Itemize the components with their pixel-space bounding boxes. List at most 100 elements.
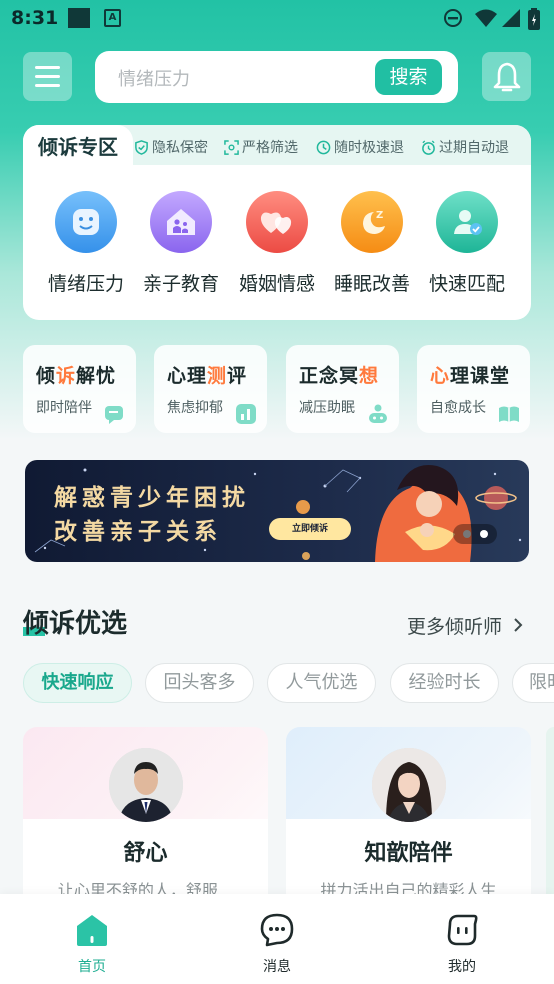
bottom-tab-bar: 首页 消息 我的 xyxy=(0,894,554,984)
venting-zone-card: 倾诉专区 隐私保密 严格筛选 随时极速退 过期自动退 情绪压力 亲子教育 婚姻情… xyxy=(23,125,531,320)
section-title-text: 倾诉优选 xyxy=(23,609,128,639)
app-notification-icon: A xyxy=(104,9,121,27)
title-part: 正念冥 xyxy=(299,365,360,387)
feature-label: 过期自动退 xyxy=(439,140,509,156)
listener-name: 舒心 xyxy=(123,841,168,866)
category-marriage[interactable]: 婚姻情感 xyxy=(229,191,325,296)
status-bar: 8:31 A xyxy=(0,0,554,38)
avatar xyxy=(372,748,446,822)
feature-screening: 严格筛选 xyxy=(224,137,298,157)
title-part: 倾 xyxy=(36,365,57,387)
feature-privacy: 隐私保密 xyxy=(134,137,208,157)
meditation-icon xyxy=(369,404,387,423)
message-icon xyxy=(260,913,294,947)
bell-icon xyxy=(493,62,520,91)
category-sleep[interactable]: Z 睡眠改善 xyxy=(324,191,420,296)
title-part: 解忧 xyxy=(76,365,117,387)
banner-subheadline: 改善亲子关系 xyxy=(54,519,222,545)
filter-chips: 快速响应 回头客多 人气优选 经验时长 限时 xyxy=(23,663,554,705)
scan-icon xyxy=(224,139,239,155)
feature-instant-refund: 随时极速退 xyxy=(316,137,404,157)
family-home-icon xyxy=(150,191,212,253)
category-emotional-stress[interactable]: 情绪压力 xyxy=(38,191,134,296)
search-bar[interactable]: 情绪压力 搜索 xyxy=(95,51,458,103)
title-part: 评 xyxy=(227,365,248,387)
hearts-icon xyxy=(246,191,308,253)
category-label: 情绪压力 xyxy=(47,273,124,295)
title-highlight: 想 xyxy=(359,365,380,387)
listener-card[interactable]: 知歆陪伴 拼力活出自己的精彩人生 xyxy=(286,727,531,907)
category-parenting[interactable]: 亲子教育 xyxy=(133,191,229,296)
battery-icon xyxy=(528,8,540,30)
notification-square-icon xyxy=(68,8,90,28)
moon-sleep-icon: Z xyxy=(341,191,403,253)
tab-label: 我的 xyxy=(448,959,476,975)
home-icon xyxy=(77,915,107,946)
service-title: 正念冥想 xyxy=(299,361,379,388)
carousel-dot-active xyxy=(479,530,488,538)
listener-card[interactable]: 舒心 让心里不舒的人，舒服... xyxy=(23,727,268,907)
svg-text:Z: Z xyxy=(376,210,383,221)
feature-label: 隐私保密 xyxy=(152,140,208,156)
service-subtitle: 即时陪伴 xyxy=(36,400,92,416)
service-title: 心理测评 xyxy=(167,361,247,388)
search-input[interactable]: 情绪压力 xyxy=(118,65,190,91)
menu-line xyxy=(35,75,60,78)
wifi-icon xyxy=(475,9,497,27)
filter-chip-popular[interactable]: 人气优选 xyxy=(267,663,376,703)
title-part: 心理 xyxy=(167,365,208,387)
alarm-icon xyxy=(422,139,435,155)
menu-line xyxy=(35,66,60,69)
more-label: 更多倾听师 xyxy=(407,616,503,638)
search-button[interactable]: 搜索 xyxy=(375,59,442,95)
zone-title: 倾诉专区 xyxy=(23,125,133,169)
clock-icon xyxy=(316,140,331,154)
service-title: 心理课堂 xyxy=(430,361,510,388)
service-subtitle: 自愈成长 xyxy=(430,400,486,416)
section-title: 倾诉优选 xyxy=(23,603,127,640)
category-label: 快速匹配 xyxy=(428,273,505,295)
profile-icon xyxy=(447,914,478,946)
service-vent[interactable]: 倾诉解忧 即时陪伴 xyxy=(23,345,136,433)
filter-chip-limited[interactable]: 限时 xyxy=(512,663,554,703)
feature-label: 随时极速退 xyxy=(334,140,404,156)
banner-cta-button[interactable]: 立即倾诉 xyxy=(269,518,351,540)
title-highlight: 诉 xyxy=(56,365,77,387)
tab-profile[interactable]: 我的 xyxy=(412,894,512,976)
book-icon xyxy=(499,406,519,422)
filter-chip-returning[interactable]: 回头客多 xyxy=(145,663,254,703)
service-classroom[interactable]: 心理课堂 自愈成长 xyxy=(417,345,530,433)
listener-name: 知歆陪伴 xyxy=(364,841,453,866)
filter-chip-fast-response[interactable]: 快速响应 xyxy=(23,663,132,703)
face-icon xyxy=(55,191,117,253)
more-listeners-link[interactable]: 更多倾听师 xyxy=(407,612,524,639)
menu-button[interactable] xyxy=(23,52,72,101)
promo-banner[interactable]: 解惑青少年困扰 改善亲子关系 立即倾诉 xyxy=(25,460,529,562)
chat-icon xyxy=(105,406,123,424)
tab-messages[interactable]: 消息 xyxy=(227,894,327,976)
category-label: 婚姻情感 xyxy=(238,273,315,295)
chart-icon xyxy=(236,404,256,424)
category-quick-match[interactable]: 快速匹配 xyxy=(419,191,515,296)
avatar xyxy=(109,748,183,822)
filter-chip-experience[interactable]: 经验时长 xyxy=(390,663,499,703)
title-highlight: 测 xyxy=(207,365,228,387)
category-label: 睡眠改善 xyxy=(333,273,410,295)
menu-line xyxy=(35,84,60,87)
title-highlight: 心 xyxy=(430,365,451,387)
title-part: 理课堂 xyxy=(450,365,511,387)
notification-button[interactable] xyxy=(482,52,531,101)
chevron-right-icon xyxy=(514,618,523,632)
feature-auto-refund: 过期自动退 xyxy=(421,137,509,157)
service-meditation[interactable]: 正念冥想 减压助眠 xyxy=(286,345,399,433)
tab-label: 首页 xyxy=(78,959,106,975)
listener-card-peek[interactable] xyxy=(546,727,554,907)
tab-home[interactable]: 首页 xyxy=(42,894,142,976)
do-not-disturb-icon xyxy=(444,9,462,27)
service-subtitle: 焦虑抑郁 xyxy=(167,400,223,416)
signal-icon xyxy=(502,9,520,27)
carousel-dot xyxy=(462,530,471,538)
service-subtitle: 减压助眠 xyxy=(299,400,355,416)
tab-label: 消息 xyxy=(263,959,291,975)
service-assessment[interactable]: 心理测评 焦虑抑郁 xyxy=(154,345,267,433)
